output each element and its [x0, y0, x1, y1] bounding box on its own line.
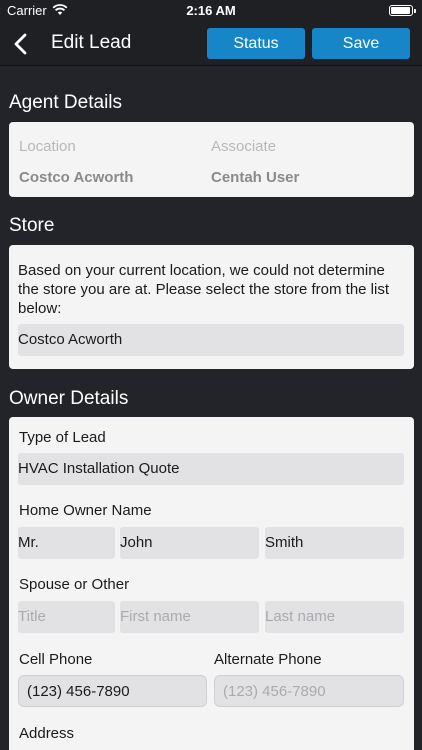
store-card: Based on your current location, we could…: [9, 245, 414, 369]
cell-phone-field[interactable]: (123) 456-7890: [18, 675, 207, 707]
spouse-title-placeholder: Title: [18, 608, 46, 625]
home-owner-first-name-value: John: [120, 534, 153, 551]
home-owner-last-name-field[interactable]: Smith: [265, 527, 404, 559]
cell-phone-label: Cell Phone: [19, 651, 93, 668]
spouse-last-name-field[interactable]: Last name: [265, 601, 404, 633]
store-message: Based on your current location, we could…: [18, 262, 390, 317]
battery-icon: [389, 5, 416, 16]
location-value: Costco Acworth: [19, 169, 134, 186]
owner-details-card: Type of Lead HVAC Installation Quote Hom…: [9, 417, 414, 750]
alternate-phone-label: Alternate Phone: [214, 651, 322, 668]
back-chevron-icon[interactable]: [10, 31, 32, 57]
associate-label: Associate: [211, 138, 277, 155]
location-label: Location: [19, 138, 76, 155]
lead-type-label: Type of Lead: [19, 429, 106, 446]
home-owner-first-name-field[interactable]: John: [120, 527, 259, 559]
store-select[interactable]: Costco Acworth: [18, 324, 404, 356]
agent-details-heading: Agent Details: [9, 92, 123, 113]
agent-details-card: Location Costco Acworth Associate Centah…: [9, 122, 414, 197]
address-label: Address: [19, 725, 75, 742]
spouse-first-name-field[interactable]: First name: [120, 601, 259, 633]
spouse-title-field[interactable]: Title: [18, 601, 115, 633]
store-select-value: Costco Acworth: [18, 331, 123, 348]
navigation-bar: Edit Lead Status Save: [0, 22, 422, 66]
spouse-first-name-placeholder: First name: [120, 608, 191, 625]
home-owner-title-value: Mr.: [18, 534, 39, 551]
alternate-phone-field[interactable]: (123) 456-7890: [214, 675, 404, 707]
associate-value: Centah User: [211, 169, 300, 186]
page-title: Edit Lead: [51, 32, 132, 53]
spouse-last-name-placeholder: Last name: [265, 608, 336, 625]
store-heading: Store: [9, 215, 55, 236]
home-owner-title-field[interactable]: Mr.: [18, 527, 115, 559]
lead-type-select[interactable]: HVAC Installation Quote: [18, 453, 404, 485]
home-owner-last-name-value: Smith: [265, 534, 304, 551]
clock: 2:16 AM: [186, 3, 236, 18]
cell-phone-value: (123) 456-7890: [27, 683, 130, 700]
home-owner-label: Home Owner Name: [19, 502, 152, 519]
owner-details-heading: Owner Details: [9, 388, 129, 409]
alternate-phone-placeholder: (123) 456-7890: [223, 683, 326, 700]
status-bar: Carrier 2:16 AM: [0, 0, 422, 22]
status-button[interactable]: Status: [207, 28, 305, 59]
lead-type-value: HVAC Installation Quote: [18, 460, 180, 477]
spouse-label: Spouse or Other: [19, 576, 130, 593]
save-button[interactable]: Save: [312, 28, 410, 59]
